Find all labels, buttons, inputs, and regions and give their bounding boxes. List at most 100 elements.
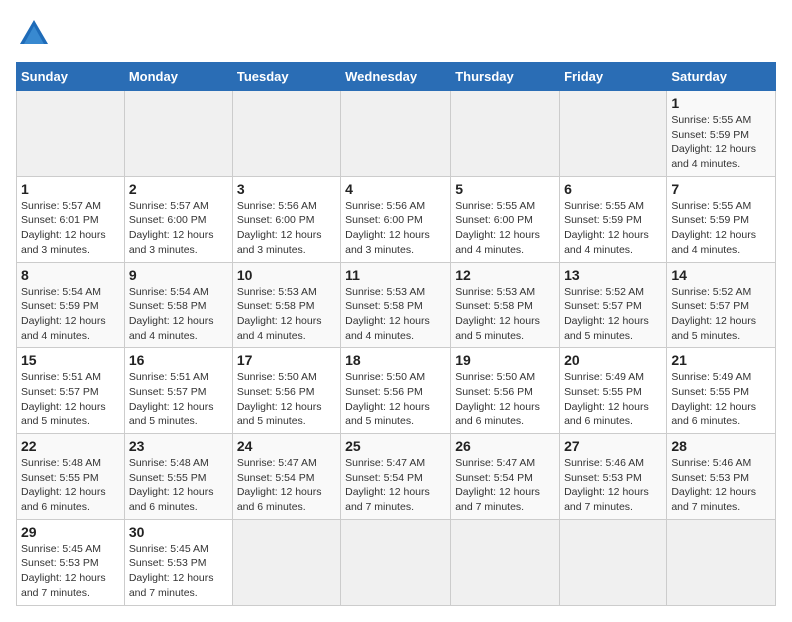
day-info: Sunrise: 5:47 AMSunset: 5:54 PMDaylight:… bbox=[237, 456, 336, 515]
calendar-cell: 10 Sunrise: 5:53 AMSunset: 5:58 PMDayligh… bbox=[232, 262, 340, 348]
day-info: Sunrise: 5:48 AMSunset: 5:55 PMDaylight:… bbox=[129, 456, 228, 515]
day-number: 1 bbox=[21, 181, 120, 197]
day-number: 15 bbox=[21, 352, 120, 368]
calendar-cell bbox=[341, 519, 451, 605]
day-info: Sunrise: 5:49 AMSunset: 5:55 PMDaylight:… bbox=[671, 370, 771, 429]
day-info: Sunrise: 5:52 AMSunset: 5:57 PMDaylight:… bbox=[671, 285, 771, 344]
day-info: Sunrise: 5:46 AMSunset: 5:53 PMDaylight:… bbox=[671, 456, 771, 515]
calendar-cell bbox=[560, 519, 667, 605]
day-info: Sunrise: 5:51 AMSunset: 5:57 PMDaylight:… bbox=[129, 370, 228, 429]
day-info: Sunrise: 5:47 AMSunset: 5:54 PMDaylight:… bbox=[455, 456, 555, 515]
calendar-cell bbox=[124, 91, 232, 177]
day-number: 4 bbox=[345, 181, 446, 197]
day-number: 16 bbox=[129, 352, 228, 368]
calendar-cell: 2 Sunrise: 5:57 AMSunset: 6:00 PMDaylight… bbox=[124, 176, 232, 262]
calendar-week-row: 22 Sunrise: 5:48 AMSunset: 5:55 PMDayligh… bbox=[17, 434, 776, 520]
calendar-cell: 9 Sunrise: 5:54 AMSunset: 5:58 PMDaylight… bbox=[124, 262, 232, 348]
day-info: Sunrise: 5:54 AMSunset: 5:59 PMDaylight:… bbox=[21, 285, 120, 344]
calendar-cell: 3Sunrise: 5:56 AMSunset: 6:00 PMDaylight… bbox=[232, 176, 340, 262]
day-number: 22 bbox=[21, 438, 120, 454]
day-info: Sunrise: 5:55 AMSunset: 6:00 PMDaylight:… bbox=[455, 199, 555, 258]
day-info: Sunrise: 5:55 AMSunset: 5:59 PMDaylight:… bbox=[671, 199, 771, 258]
calendar-cell: 15 Sunrise: 5:51 AMSunset: 5:57 PMDayligh… bbox=[17, 348, 125, 434]
day-number: 21 bbox=[671, 352, 771, 368]
calendar-cell: 18Sunrise: 5:50 AMSunset: 5:56 PMDayligh… bbox=[341, 348, 451, 434]
calendar-cell: 5Sunrise: 5:55 AMSunset: 6:00 PMDaylight… bbox=[451, 176, 560, 262]
day-info: Sunrise: 5:45 AMSunset: 5:53 PMDaylight:… bbox=[129, 542, 228, 601]
calendar-cell: 16 Sunrise: 5:51 AMSunset: 5:57 PMDayligh… bbox=[124, 348, 232, 434]
day-number: 20 bbox=[564, 352, 662, 368]
calendar-cell: 26 Sunrise: 5:47 AMSunset: 5:54 PMDayligh… bbox=[451, 434, 560, 520]
day-number: 23 bbox=[129, 438, 228, 454]
day-info: Sunrise: 5:53 AMSunset: 5:58 PMDaylight:… bbox=[455, 285, 555, 344]
calendar-cell: 12 Sunrise: 5:53 AMSunset: 5:58 PMDayligh… bbox=[451, 262, 560, 348]
day-number: 10 bbox=[237, 267, 336, 283]
page-header bbox=[16, 16, 776, 52]
calendar-cell: 28 Sunrise: 5:46 AMSunset: 5:53 PMDayligh… bbox=[667, 434, 776, 520]
day-info: Sunrise: 5:53 AMSunset: 5:58 PMDaylight:… bbox=[345, 285, 446, 344]
day-info: Sunrise: 5:47 AMSunset: 5:54 PMDaylight:… bbox=[345, 456, 446, 515]
calendar-cell: 19 Sunrise: 5:50 AMSunset: 5:56 PMDayligh… bbox=[451, 348, 560, 434]
day-number: 14 bbox=[671, 267, 771, 283]
calendar-cell bbox=[451, 91, 560, 177]
day-info: Sunrise: 5:56 AMSunset: 6:00 PMDaylight:… bbox=[237, 199, 336, 258]
day-number: 19 bbox=[455, 352, 555, 368]
calendar-cell bbox=[341, 91, 451, 177]
calendar-week-row: 15 Sunrise: 5:51 AMSunset: 5:57 PMDayligh… bbox=[17, 348, 776, 434]
weekday-header: Sunday bbox=[17, 63, 125, 91]
calendar-cell: 22 Sunrise: 5:48 AMSunset: 5:55 PMDayligh… bbox=[17, 434, 125, 520]
calendar-cell: 1 Sunrise: 5:57 AMSunset: 6:01 PMDaylight… bbox=[17, 176, 125, 262]
calendar-cell: 11 Sunrise: 5:53 AMSunset: 5:58 PMDayligh… bbox=[341, 262, 451, 348]
calendar-cell: 25 Sunrise: 5:47 AMSunset: 5:54 PMDayligh… bbox=[341, 434, 451, 520]
calendar-cell: 24 Sunrise: 5:47 AMSunset: 5:54 PMDayligh… bbox=[232, 434, 340, 520]
day-info: Sunrise: 5:54 AMSunset: 5:58 PMDaylight:… bbox=[129, 285, 228, 344]
weekday-header: Tuesday bbox=[232, 63, 340, 91]
calendar-cell: 4 Sunrise: 5:56 AMSunset: 6:00 PMDaylight… bbox=[341, 176, 451, 262]
weekday-header: Wednesday bbox=[341, 63, 451, 91]
calendar-week-row: 1Sunrise: 5:55 AMSunset: 5:59 PMDaylight… bbox=[17, 91, 776, 177]
day-number: 28 bbox=[671, 438, 771, 454]
day-number: 25 bbox=[345, 438, 446, 454]
calendar-cell: 6 Sunrise: 5:55 AMSunset: 5:59 PMDaylight… bbox=[560, 176, 667, 262]
day-number: 29 bbox=[21, 524, 120, 540]
calendar-cell bbox=[560, 91, 667, 177]
day-number: 9 bbox=[129, 267, 228, 283]
calendar-table: SundayMondayTuesdayWednesdayThursdayFrid… bbox=[16, 62, 776, 606]
calendar-cell bbox=[232, 519, 340, 605]
calendar-cell: 1Sunrise: 5:55 AMSunset: 5:59 PMDaylight… bbox=[667, 91, 776, 177]
day-number: 17 bbox=[237, 352, 336, 368]
day-number: 8 bbox=[21, 267, 120, 283]
weekday-header: Monday bbox=[124, 63, 232, 91]
day-number: 12 bbox=[455, 267, 555, 283]
calendar-cell: 23 Sunrise: 5:48 AMSunset: 5:55 PMDayligh… bbox=[124, 434, 232, 520]
day-number: 18 bbox=[345, 352, 446, 368]
calendar-cell: 21 Sunrise: 5:49 AMSunset: 5:55 PMDayligh… bbox=[667, 348, 776, 434]
calendar-cell: 27Sunrise: 5:46 AMSunset: 5:53 PMDayligh… bbox=[560, 434, 667, 520]
day-info: Sunrise: 5:57 AMSunset: 6:01 PMDaylight:… bbox=[21, 199, 120, 258]
calendar-cell: 13 Sunrise: 5:52 AMSunset: 5:57 PMDayligh… bbox=[560, 262, 667, 348]
calendar-week-row: 8 Sunrise: 5:54 AMSunset: 5:59 PMDaylight… bbox=[17, 262, 776, 348]
day-info: Sunrise: 5:56 AMSunset: 6:00 PMDaylight:… bbox=[345, 199, 446, 258]
weekday-header: Thursday bbox=[451, 63, 560, 91]
day-number: 24 bbox=[237, 438, 336, 454]
day-info: Sunrise: 5:48 AMSunset: 5:55 PMDaylight:… bbox=[21, 456, 120, 515]
day-number: 2 bbox=[129, 181, 228, 197]
day-info: Sunrise: 5:52 AMSunset: 5:57 PMDaylight:… bbox=[564, 285, 662, 344]
day-number: 1 bbox=[671, 95, 771, 111]
logo-icon bbox=[16, 16, 52, 52]
calendar-week-row: 29 Sunrise: 5:45 AMSunset: 5:53 PMDayligh… bbox=[17, 519, 776, 605]
weekday-header: Friday bbox=[560, 63, 667, 91]
day-number: 6 bbox=[564, 181, 662, 197]
day-number: 26 bbox=[455, 438, 555, 454]
day-number: 11 bbox=[345, 267, 446, 283]
day-info: Sunrise: 5:46 AMSunset: 5:53 PMDaylight:… bbox=[564, 456, 662, 515]
day-info: Sunrise: 5:50 AMSunset: 5:56 PMDaylight:… bbox=[455, 370, 555, 429]
day-info: Sunrise: 5:53 AMSunset: 5:58 PMDaylight:… bbox=[237, 285, 336, 344]
day-info: Sunrise: 5:45 AMSunset: 5:53 PMDaylight:… bbox=[21, 542, 120, 601]
day-info: Sunrise: 5:55 AMSunset: 5:59 PMDaylight:… bbox=[564, 199, 662, 258]
day-info: Sunrise: 5:57 AMSunset: 6:00 PMDaylight:… bbox=[129, 199, 228, 258]
calendar-cell: 7Sunrise: 5:55 AMSunset: 5:59 PMDaylight… bbox=[667, 176, 776, 262]
weekday-header: Saturday bbox=[667, 63, 776, 91]
day-info: Sunrise: 5:51 AMSunset: 5:57 PMDaylight:… bbox=[21, 370, 120, 429]
day-number: 13 bbox=[564, 267, 662, 283]
